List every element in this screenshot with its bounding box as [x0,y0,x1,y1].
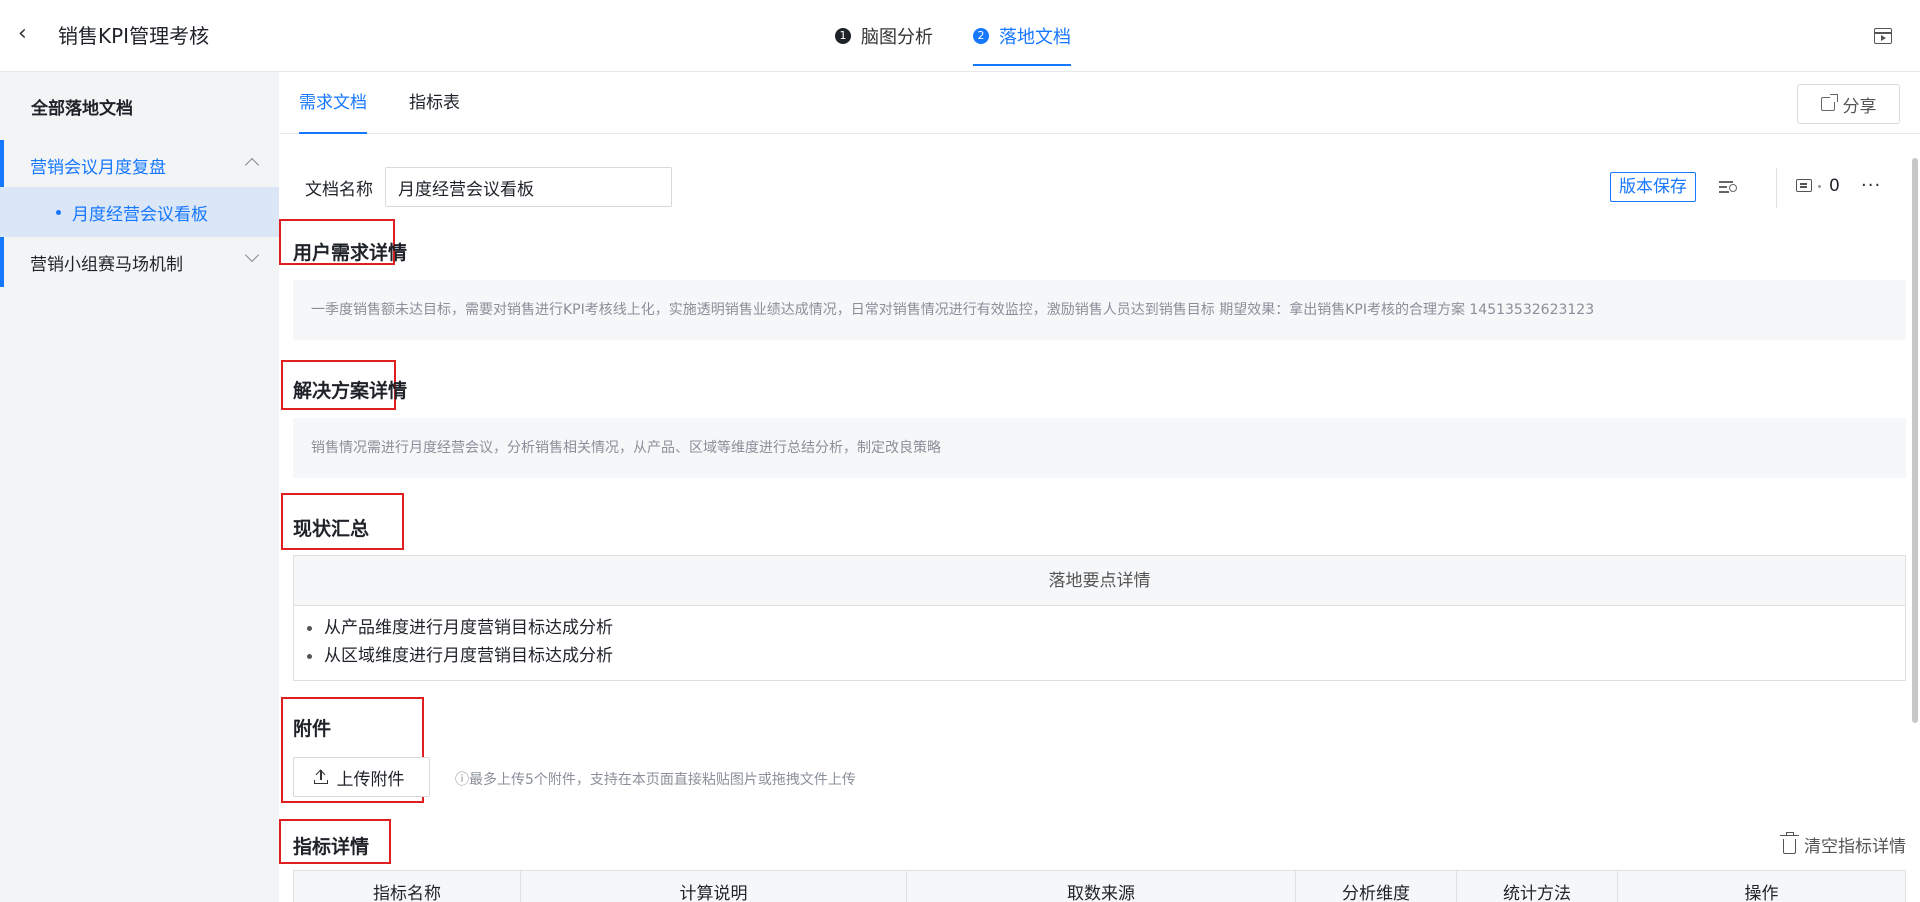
upload-attachment-button[interactable]: 上传附件 [293,757,430,797]
dot-separator [1818,185,1821,188]
presentation-icon[interactable] [1874,28,1892,44]
user-need-description: 一季度销售额未达目标，需要对销售进行KPI考核线上化，实施透明销售业绩达成情况，… [293,280,1906,340]
vertical-scrollbar[interactable] [1912,158,1918,723]
section-title-user-need: 用户需求详情 [293,242,408,264]
top-header: ‹ 销售KPI管理考核 1 脑图分析 2 落地文档 [0,0,1920,72]
doc-name-row: 文档名称 [305,167,672,207]
column-header: 取数来源 [907,871,1296,902]
list-item: 从区域维度进行月度营销目标达成分析 [294,642,1905,670]
column-header: 分析维度 [1296,871,1457,902]
upload-hint: ⓘ最多上传5个附件，支持在本页面直接粘贴图片或拖拽文件上传 [455,772,856,788]
sidebar-item-monthly-board[interactable]: 月度经营会议看板 [0,187,279,237]
chevron-up-icon [244,157,260,173]
step-nav: 1 脑图分析 2 落地文档 [835,0,1071,72]
step-number: 1 [835,28,851,44]
section-title-attachment: 附件 [293,718,332,740]
bullet-icon [56,210,61,215]
share-button[interactable]: 分享 [1797,84,1900,124]
share-label: 分享 [1842,96,1877,117]
column-header: 指标名称 [294,871,521,902]
step-number: 2 [973,28,989,44]
section-title-solution: 解决方案详情 [293,380,408,402]
more-options-icon[interactable]: ··· [1861,176,1881,196]
step-mindmap-analysis[interactable]: 1 脑图分析 [835,0,933,72]
section-title-metrics: 指标详情 [293,836,370,858]
sidebar-heading: 全部落地文档 [31,99,133,119]
sidebar-group-marketing-meeting[interactable]: 营销会议月度复盘 [0,140,279,190]
active-indicator [0,140,4,190]
column-header: 计算说明 [521,871,907,902]
tab-requirements-doc[interactable]: 需求文档 [299,72,367,134]
clear-metrics-label: 清空指标详情 [1804,837,1906,857]
key-points-list: 从产品维度进行月度营销目标达成分析 从区域维度进行月度营销目标达成分析 [294,606,1905,670]
comment-icon[interactable] [1796,179,1812,192]
sidebar-group-label: 营销会议月度复盘 [30,157,166,178]
back-arrow-icon[interactable]: ‹ [18,22,42,46]
solution-description: 销售情况需进行月度经营会议，分析销售相关情况，从产品、区域等维度进行总结分析，制… [293,418,1906,478]
tab-metrics-table[interactable]: 指标表 [409,72,460,134]
clear-metrics-button[interactable]: 清空指标详情 [1780,831,1906,857]
sidebar-group-label: 营销小组赛马场机制 [30,254,183,275]
step-landing-docs[interactable]: 2 落地文档 [973,0,1071,72]
comment-count: 0 [1829,176,1840,196]
key-points-header: 落地要点详情 [294,556,1905,606]
sidebar-item-label: 月度经营会议看板 [72,204,208,225]
doc-name-input[interactable] [385,167,672,207]
group-indicator [0,237,4,287]
column-header: 操作 [1744,884,1779,902]
share-icon [1820,94,1838,111]
metrics-table-header: 指标名称 计算说明 取数来源 分析维度 统计方法 操作 [293,870,1906,902]
upload-label: 上传附件 [336,769,405,790]
sidebar: 全部落地文档 营销会议月度复盘 月度经营会议看板 营销小组赛马场机制 [0,72,279,902]
list-item: 从产品维度进行月度营销目标达成分析 [294,614,1905,642]
main-content: 需求文档 指标表 分享 文档名称 版本保存 0 ··· 用户需求详情 一季度销售… [279,72,1920,902]
sidebar-group-racecourse[interactable]: 营销小组赛马场机制 [0,237,279,287]
doc-name-label: 文档名称 [305,179,373,200]
column-header: 统计方法 [1457,871,1618,902]
doc-tabs: 需求文档 指标表 分享 [279,72,1920,134]
save-version-button[interactable]: 版本保存 [1610,172,1696,202]
app-title: 销售KPI管理考核 [58,24,210,48]
step-label: 脑图分析 [861,27,933,48]
chevron-down-icon [244,247,260,263]
section-title-status: 现状汇总 [293,518,370,540]
step-label: 落地文档 [999,27,1071,48]
divider [1776,168,1777,208]
trash-icon [1780,831,1799,854]
version-history-icon[interactable] [1719,180,1737,194]
upload-icon [314,770,328,784]
key-points-table: 落地要点详情 从产品维度进行月度营销目标达成分析 从区域维度进行月度营销目标达成… [293,555,1906,681]
